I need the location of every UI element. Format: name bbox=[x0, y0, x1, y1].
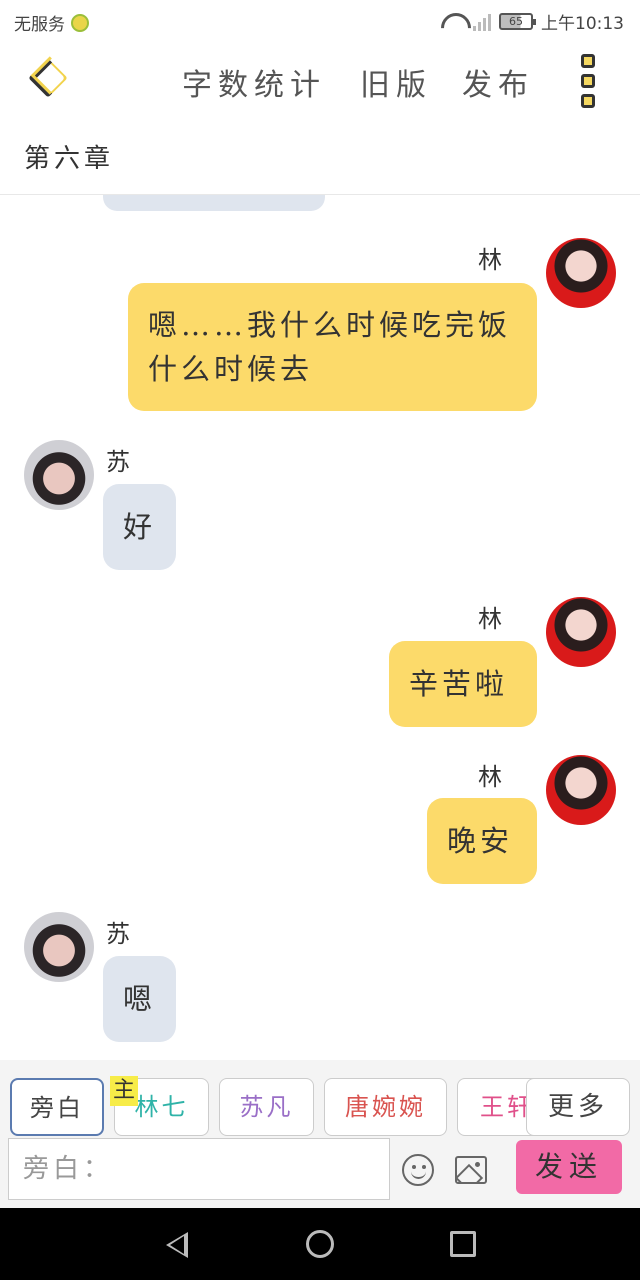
avatar-linqi[interactable] bbox=[546, 597, 616, 667]
role-tab-tangwanwan[interactable]: 唐婉婉 bbox=[324, 1078, 447, 1136]
old-version-button[interactable]: 旧版 bbox=[360, 60, 432, 104]
composer-panel: 旁白 林七 苏凡 唐婉婉 王轩 主 更多 旁白： 发送 bbox=[0, 1060, 640, 1208]
nav-home-icon[interactable] bbox=[306, 1230, 334, 1258]
role-tab-narration[interactable]: 旁白 bbox=[10, 1078, 104, 1136]
avatar-linqi[interactable] bbox=[546, 238, 616, 308]
image-icon[interactable] bbox=[455, 1156, 487, 1184]
main-role-badge: 主 bbox=[110, 1076, 138, 1106]
message-bubble[interactable]: 嗯……我什么时候吃完饭什么时候去 bbox=[128, 283, 537, 411]
chat-list[interactable]: 林七 嗯……我什么时候吃完饭什么时候去 苏凡 好 林七 辛苦啦 林七 晚安 苏凡… bbox=[0, 195, 640, 1059]
more-menu-icon[interactable] bbox=[578, 54, 598, 108]
app-notification-icon bbox=[71, 13, 89, 32]
avatar-sufan[interactable] bbox=[24, 912, 94, 982]
message-bubble[interactable]: 晚安 bbox=[427, 798, 537, 884]
clock-text: 上午10:13 bbox=[541, 14, 624, 34]
word-count-button[interactable]: 字数统计 bbox=[182, 60, 326, 104]
message-bubble[interactable]: 好 bbox=[103, 484, 176, 570]
partial-message-bubble bbox=[103, 195, 325, 211]
more-roles-button[interactable]: 更多 bbox=[526, 1078, 630, 1136]
message-bubble[interactable]: 辛苦啦 bbox=[389, 641, 537, 727]
carrier-text: 无服务 bbox=[14, 15, 65, 35]
nav-back-icon[interactable] bbox=[166, 1232, 188, 1258]
publish-button[interactable]: 发布 bbox=[462, 60, 534, 104]
role-tab-sufan[interactable]: 苏凡 bbox=[219, 1078, 314, 1136]
wifi-icon bbox=[441, 13, 465, 31]
message-bubble[interactable]: 嗯 bbox=[103, 956, 176, 1042]
send-button[interactable]: 发送 bbox=[516, 1140, 622, 1194]
editor-header: 字数统计 旧版 发布 bbox=[0, 42, 640, 122]
battery-icon: 65 bbox=[499, 13, 536, 30]
back-chevron-icon[interactable] bbox=[22, 56, 62, 106]
avatar-linqi[interactable] bbox=[546, 755, 616, 825]
status-bar: 无服务 65 上午10:13 bbox=[0, 0, 640, 42]
signal-icon bbox=[473, 13, 491, 31]
nav-recents-icon[interactable] bbox=[450, 1231, 476, 1257]
system-nav-bar bbox=[0, 1208, 640, 1280]
message-input[interactable]: 旁白： bbox=[8, 1138, 390, 1200]
emoji-icon[interactable] bbox=[402, 1154, 434, 1186]
role-tabs[interactable]: 旁白 林七 苏凡 唐婉婉 王轩 主 更多 bbox=[0, 1076, 640, 1138]
avatar-sufan[interactable] bbox=[24, 440, 94, 510]
chapter-title[interactable]: 第六章 bbox=[24, 138, 114, 175]
